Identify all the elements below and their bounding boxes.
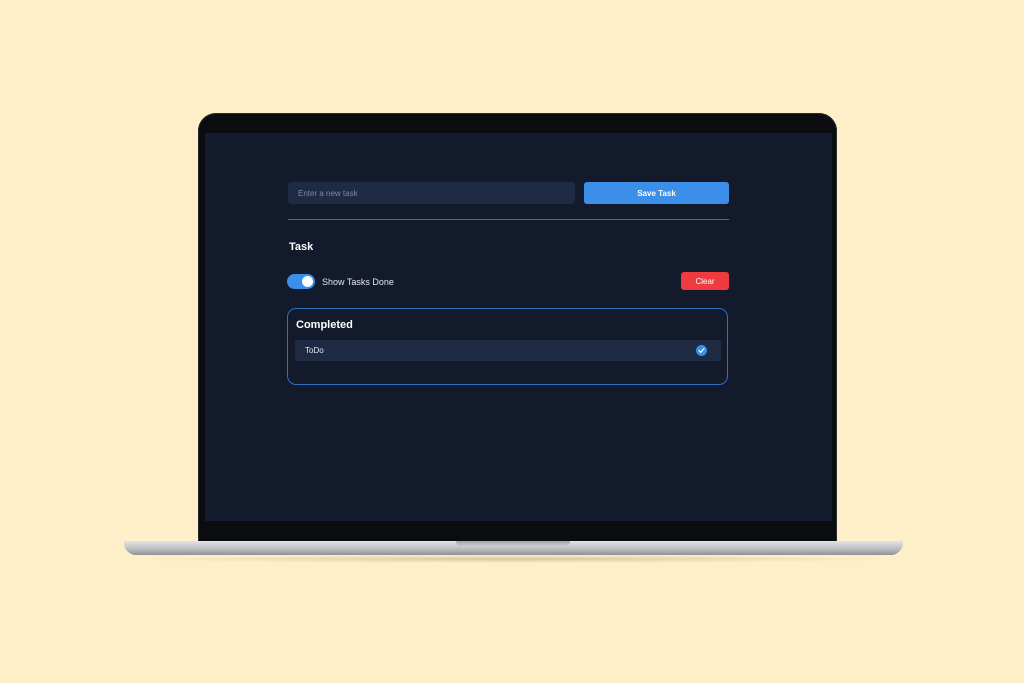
task-row[interactable]: ToDo: [295, 340, 721, 361]
page-background: Save Task Task Show Tasks Done Clear Com…: [0, 0, 1024, 683]
task-label: ToDo: [305, 346, 324, 355]
clear-button[interactable]: Clear: [681, 272, 729, 290]
completed-title: Completed: [296, 319, 353, 331]
completed-panel: Completed ToDo: [287, 308, 728, 385]
show-tasks-done-toggle[interactable]: [287, 274, 315, 289]
show-tasks-done-label: Show Tasks Done: [322, 277, 394, 287]
laptop-shadow: [130, 555, 896, 563]
check-circle-icon[interactable]: [696, 345, 707, 356]
laptop-notch: [456, 541, 570, 547]
toggle-knob: [302, 276, 313, 287]
new-task-input[interactable]: [288, 182, 575, 204]
app-screen: Save Task Task Show Tasks Done Clear Com…: [205, 133, 832, 521]
section-title: Task: [289, 241, 314, 253]
divider: [288, 219, 729, 220]
save-task-button[interactable]: Save Task: [584, 182, 729, 204]
